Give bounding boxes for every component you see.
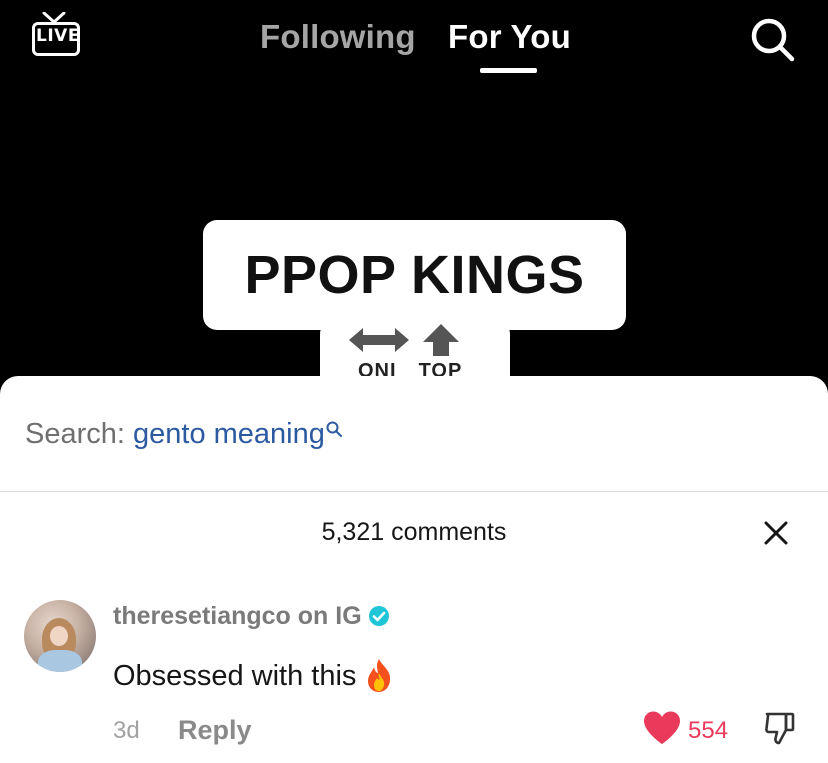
arrows-icon [349,324,459,356]
active-tab-indicator [480,68,537,73]
tab-for-you[interactable]: For You [448,18,571,56]
comment-body: Obsessed with this [113,660,357,692]
video-area[interactable]: LIVE Following For You PPOP KINGS ONI TOP [0,0,828,400]
sign-text: PPOP KINGS [244,245,585,305]
comments-sheet: Search: gento meaning 5,321 comments the… [0,376,828,763]
search-prefix: Search: [25,418,125,450]
search-suggestion[interactable]: Search: gento meaning [25,418,343,451]
like-count: 554 [688,717,729,744]
search-term-link[interactable]: gento meaning [133,418,325,450]
live-icon[interactable]: LIVE [30,12,82,58]
avatar-face [50,626,68,646]
tab-following[interactable]: Following [260,18,416,56]
comment-username[interactable]: theresetiangco on IG [113,602,390,631]
reply-button[interactable]: Reply [178,715,252,746]
heart-icon[interactable] [642,710,682,746]
search-icon[interactable] [748,15,796,63]
avatar-body [38,650,82,672]
avatar[interactable] [24,600,96,672]
comment-text: Obsessed with this [113,657,394,693]
divider [0,491,828,492]
fire-icon [368,659,391,692]
search-mini-icon [326,421,342,437]
username-text: theresetiangco on IG [113,602,362,630]
comment-time: 3d [113,717,140,744]
dislike-icon[interactable] [764,710,796,746]
close-icon[interactable] [764,521,788,545]
verified-icon [368,606,389,626]
live-label: LIVE [36,26,80,46]
video-sign: PPOP KINGS [203,220,626,330]
comments-count: 5,321 comments [321,518,507,546]
